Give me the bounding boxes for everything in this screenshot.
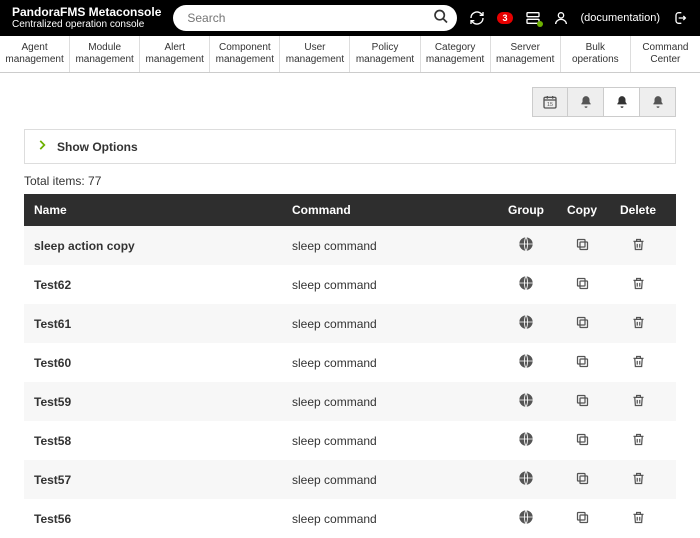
brand-title: PandoraFMS Metaconsole (12, 6, 161, 19)
copy-icon[interactable] (554, 393, 610, 411)
search-input[interactable] (173, 5, 457, 31)
row-name[interactable]: Test56 (34, 512, 292, 526)
actions-table: Name Command Group Copy Delete sleep act… (24, 194, 676, 538)
globe-icon[interactable] (498, 470, 554, 489)
copy-icon[interactable] (554, 276, 610, 294)
row-command: sleep command (292, 473, 498, 487)
globe-icon[interactable] (498, 236, 554, 255)
row-command: sleep command (292, 317, 498, 331)
globe-icon[interactable] (498, 392, 554, 411)
search-wrap (173, 5, 457, 31)
nav-item[interactable]: Alertmanagement (140, 36, 210, 72)
table-row: Test61sleep command (24, 304, 676, 343)
table-row: sleep action copysleep command (24, 226, 676, 265)
nav-item[interactable]: Modulemanagement (70, 36, 140, 72)
svg-text:15: 15 (547, 102, 553, 108)
trash-icon[interactable] (610, 510, 666, 528)
brand-subtitle: Centralized operation console (12, 19, 161, 30)
brand: PandoraFMS Metaconsole Centralized opera… (12, 6, 161, 30)
row-name[interactable]: Test62 (34, 278, 292, 292)
copy-icon[interactable] (554, 471, 610, 489)
copy-icon[interactable] (554, 510, 610, 528)
status-dot-icon (537, 21, 543, 27)
calendar-button[interactable]: 15 (532, 87, 568, 117)
row-name[interactable]: Test57 (34, 473, 292, 487)
badge-count: 3 (497, 12, 512, 24)
copy-icon[interactable] (554, 432, 610, 450)
row-name[interactable]: Test60 (34, 356, 292, 370)
trash-icon[interactable] (610, 276, 666, 294)
trash-icon[interactable] (610, 471, 666, 489)
globe-icon[interactable] (498, 353, 554, 372)
nav-item[interactable]: Componentmanagement (210, 36, 280, 72)
show-options-label: Show Options (57, 140, 138, 154)
row-command: sleep command (292, 356, 498, 370)
table-row: Test56sleep command (24, 499, 676, 538)
server-status-icon[interactable] (525, 10, 541, 26)
notifications-badge[interactable]: 3 (497, 12, 512, 24)
top-bar: PandoraFMS Metaconsole Centralized opera… (0, 0, 700, 36)
toolbar: 15 (0, 73, 700, 123)
table-header: Name Command Group Copy Delete (24, 194, 676, 226)
col-group[interactable]: Group (498, 203, 554, 217)
table-row: Test60sleep command (24, 343, 676, 382)
search-icon[interactable] (433, 9, 449, 28)
bell-button-1[interactable] (568, 87, 604, 117)
bell-button-2-active[interactable] (604, 87, 640, 117)
logout-icon[interactable] (672, 10, 688, 26)
copy-icon[interactable] (554, 315, 610, 333)
table-row: Test62sleep command (24, 265, 676, 304)
row-command: sleep command (292, 434, 498, 448)
table-row: Test59sleep command (24, 382, 676, 421)
row-command: sleep command (292, 239, 498, 253)
show-options-panel[interactable]: Show Options (24, 129, 676, 164)
globe-icon[interactable] (498, 314, 554, 333)
row-command: sleep command (292, 395, 498, 409)
nav-item[interactable]: CommandCenter (631, 36, 700, 72)
trash-icon[interactable] (610, 237, 666, 255)
col-copy[interactable]: Copy (554, 203, 610, 217)
nav-item[interactable]: Policymanagement (350, 36, 420, 72)
globe-icon[interactable] (498, 275, 554, 294)
total-items-text: Total items: 77 (24, 174, 676, 188)
refresh-icon[interactable] (469, 10, 485, 26)
row-command: sleep command (292, 512, 498, 526)
row-name[interactable]: Test59 (34, 395, 292, 409)
bell-button-3[interactable] (640, 87, 676, 117)
documentation-link[interactable]: (documentation) (581, 12, 661, 24)
main-nav: AgentmanagementModulemanagementAlertmana… (0, 36, 700, 73)
row-name[interactable]: Test58 (34, 434, 292, 448)
table-row: Test57sleep command (24, 460, 676, 499)
table-row: Test58sleep command (24, 421, 676, 460)
trash-icon[interactable] (610, 432, 666, 450)
table-body: sleep action copysleep commandTest62slee… (24, 226, 676, 538)
nav-item[interactable]: Bulkoperations (561, 36, 631, 72)
user-icon[interactable] (553, 10, 569, 26)
row-command: sleep command (292, 278, 498, 292)
trash-icon[interactable] (610, 315, 666, 333)
nav-item[interactable]: Agentmanagement (0, 36, 70, 72)
col-command[interactable]: Command (292, 203, 498, 217)
trash-icon[interactable] (610, 354, 666, 372)
nav-item[interactable]: Categorymanagement (421, 36, 491, 72)
row-name[interactable]: Test61 (34, 317, 292, 331)
col-name[interactable]: Name (34, 203, 292, 217)
row-name[interactable]: sleep action copy (34, 239, 292, 253)
top-icons: 3 (documentation) (469, 10, 688, 26)
col-delete[interactable]: Delete (610, 203, 666, 217)
nav-item[interactable]: Servermanagement (491, 36, 561, 72)
nav-item[interactable]: Usermanagement (280, 36, 350, 72)
copy-icon[interactable] (554, 237, 610, 255)
globe-icon[interactable] (498, 509, 554, 528)
chevron-right-icon (35, 138, 49, 155)
trash-icon[interactable] (610, 393, 666, 411)
globe-icon[interactable] (498, 431, 554, 450)
copy-icon[interactable] (554, 354, 610, 372)
